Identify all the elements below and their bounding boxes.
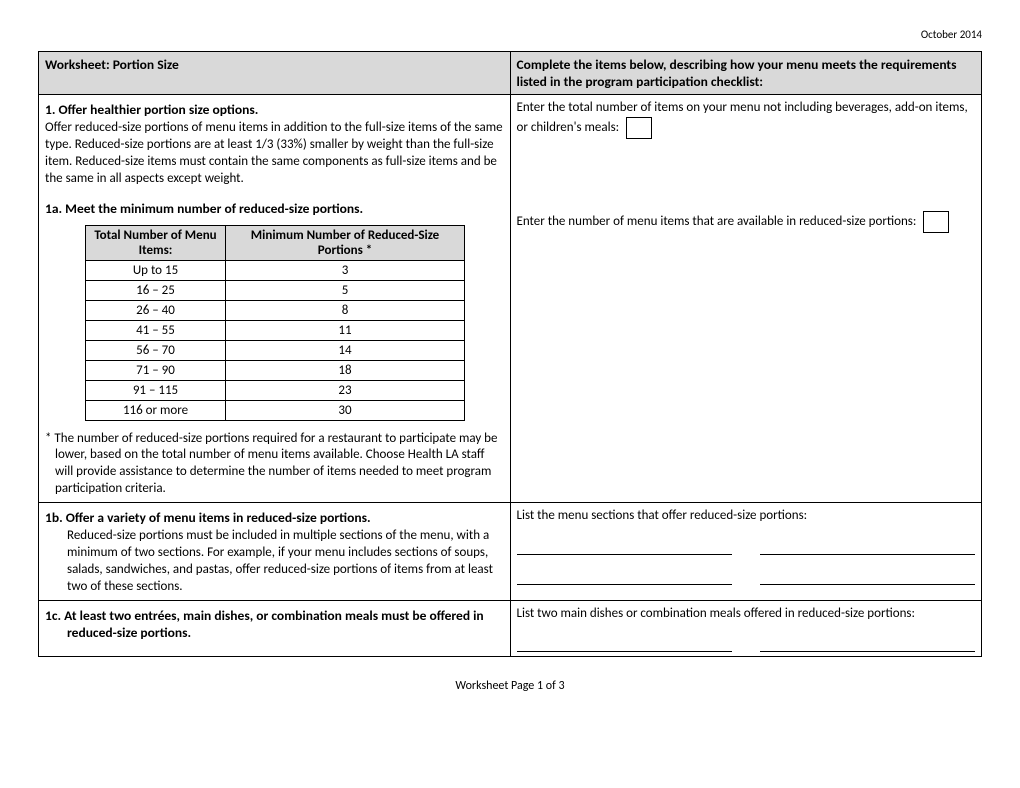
worksheet-table: Worksheet: Portion Size Complete the ite… <box>38 51 982 657</box>
document-date: October 2014 <box>38 28 982 41</box>
cell: 8 <box>226 300 465 320</box>
table-row: 56 – 7014 <box>86 340 465 360</box>
cell: 11 <box>226 320 465 340</box>
cell: 23 <box>226 380 465 400</box>
section-1b-left: 1b. Offer a variety of menu items in red… <box>39 503 511 601</box>
s1a-footnote: * The number of reduced-size portions re… <box>45 431 504 499</box>
table-row: 41 – 5511 <box>86 320 465 340</box>
s1b-body: Reduced-size portions must be included i… <box>45 528 504 596</box>
reduced-items-input[interactable] <box>923 211 949 233</box>
section-1c-right: List two main dishes or combination meal… <box>510 600 982 657</box>
page-footer: Worksheet Page 1 of 3 <box>38 679 982 693</box>
cell: 116 or more <box>86 400 226 420</box>
cell: 41 – 55 <box>86 320 226 340</box>
s1c-title: 1c. At least two entrées, main dishes, o… <box>45 607 504 641</box>
table-row: 26 – 408 <box>86 300 465 320</box>
s1a-right-label: Enter the number of menu items that are … <box>517 214 917 229</box>
cell: 71 – 90 <box>86 360 226 380</box>
s1c-right-label: List two main dishes or combination meal… <box>517 605 976 623</box>
s1a-title: 1a. Meet the minimum number of reduced-s… <box>45 200 504 217</box>
cell: 18 <box>226 360 465 380</box>
header-right: Complete the items below, describing how… <box>510 52 982 95</box>
total-items-input[interactable] <box>626 117 652 139</box>
s1b-title: 1b. Offer a variety of menu items in red… <box>45 509 504 526</box>
menu-section-line-4[interactable] <box>760 571 975 585</box>
cell: Up to 15 <box>86 260 226 280</box>
header-left: Worksheet: Portion Size <box>39 52 511 95</box>
s1b-right-label: List the menu sections that offer reduce… <box>517 507 976 525</box>
main-dish-line-2[interactable] <box>760 638 975 652</box>
portions-table: Total Number of Menu Items: Minimum Numb… <box>85 225 465 421</box>
s1a-right-text: Enter the number of menu items that are … <box>517 211 976 233</box>
th-menu-items: Total Number of Menu Items: <box>86 225 226 260</box>
cell: 5 <box>226 280 465 300</box>
table-row: 91 – 11523 <box>86 380 465 400</box>
cell: 14 <box>226 340 465 360</box>
section-1-left: 1. Offer healthier portion size options.… <box>39 95 511 503</box>
s1-title: 1. Offer healthier portion size options. <box>45 101 504 118</box>
table-row: 71 – 9018 <box>86 360 465 380</box>
section-1c-left: 1c. At least two entrées, main dishes, o… <box>39 600 511 657</box>
main-dish-line-1[interactable] <box>517 638 732 652</box>
s1-right-label: Enter the total number of items on your … <box>517 100 968 135</box>
table-row: 116 or more30 <box>86 400 465 420</box>
menu-section-line-3[interactable] <box>517 571 732 585</box>
menu-section-line-1[interactable] <box>517 541 732 555</box>
s1-body: Offer reduced-size portions of menu item… <box>45 120 504 188</box>
cell: 91 – 115 <box>86 380 226 400</box>
cell: 3 <box>226 260 465 280</box>
table-row: 16 – 255 <box>86 280 465 300</box>
cell: 30 <box>226 400 465 420</box>
section-1-right: Enter the total number of items on your … <box>510 95 982 503</box>
cell: 56 – 70 <box>86 340 226 360</box>
section-1b-right: List the menu sections that offer reduce… <box>510 503 982 601</box>
cell: 16 – 25 <box>86 280 226 300</box>
s1-right-text: Enter the total number of items on your … <box>517 99 976 139</box>
table-row: Up to 153 <box>86 260 465 280</box>
th-min-portions: Minimum Number of Reduced-Size Portions … <box>226 225 465 260</box>
cell: 26 – 40 <box>86 300 226 320</box>
menu-section-line-2[interactable] <box>760 541 975 555</box>
